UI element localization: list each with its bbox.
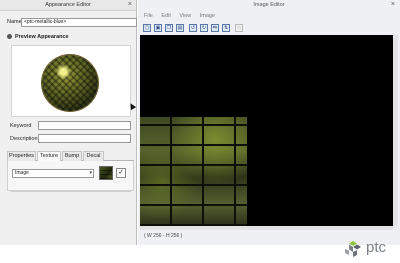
name-input[interactable]: <ptc-metallic-blue> <box>21 18 137 27</box>
image-editor-title: Image Editor <box>253 2 285 8</box>
copy-icon[interactable]: ❐ <box>165 24 173 32</box>
divider <box>11 191 131 192</box>
name-label: Name <box>7 19 22 25</box>
rotate-left-icon[interactable]: ↺ <box>189 24 197 32</box>
appearance-editor-window: Appearance Editor × Name <ptc-metallic-b… <box>0 0 137 245</box>
tab-decal[interactable]: Decal <box>83 151 104 161</box>
appearance-editor-title: Appearance Editor <box>0 0 136 11</box>
texture-type-value: Image <box>15 170 29 176</box>
apply-button[interactable]: ✓ <box>116 168 126 178</box>
tab-texture[interactable]: Texture <box>37 151 61 161</box>
menu-image[interactable]: Image <box>200 13 215 19</box>
texture-type-select[interactable]: Image ▾ <box>12 169 94 178</box>
image-editor-window: Image Editor × File Edit View Image ▢ ▣ … <box>138 0 400 245</box>
keyword-input[interactable] <box>38 121 131 130</box>
flip-horizontal-icon[interactable]: ⇆ <box>211 24 219 32</box>
keyword-label: Keyword <box>10 123 32 129</box>
open-image-icon[interactable]: ▢ <box>143 24 151 32</box>
vertical-scrollbar[interactable] <box>393 35 398 226</box>
preview-sphere <box>42 55 98 111</box>
appearance-preview[interactable] <box>11 45 137 117</box>
preview-heading-label: Preview Appearance <box>15 34 69 40</box>
description-label: Description <box>10 136 38 142</box>
menu-file[interactable]: File <box>144 13 153 19</box>
chevron-down-icon: ▾ <box>89 170 92 176</box>
ptc-logo: ptc <box>345 239 395 259</box>
name-row: Name <ptc-metallic-blue> <box>7 18 137 28</box>
flip-vertical-icon[interactable]: ⇅ <box>222 24 230 32</box>
screen: Appearance Editor × Name <ptc-metallic-b… <box>0 0 400 263</box>
tab-bump[interactable]: Bump <box>62 151 82 161</box>
crop-icon[interactable]: ▭ <box>235 24 243 32</box>
ptc-logo-text: ptc <box>366 239 387 256</box>
texture-panel: Image ▾ ✓ <box>7 161 134 191</box>
close-icon[interactable]: × <box>128 1 132 8</box>
brick-texture-image <box>140 117 247 226</box>
close-icon[interactable]: × <box>391 1 395 8</box>
image-size-status: ( W 256 - H 256 ) <box>144 233 183 239</box>
description-input[interactable] <box>38 134 131 143</box>
footer-strip <box>0 245 400 263</box>
preview-appearance-heading[interactable]: Preview Appearance <box>7 34 69 40</box>
appearance-tabs: Properties Texture Bump Decal <box>7 151 134 161</box>
mouse-cursor-icon <box>127 101 137 111</box>
menu-view[interactable]: View <box>179 13 191 19</box>
rotate-right-icon[interactable]: ↻ <box>200 24 208 32</box>
image-canvas[interactable] <box>140 35 393 226</box>
save-image-icon[interactable]: ▣ <box>154 24 162 32</box>
collapse-icon[interactable] <box>7 34 12 39</box>
texture-thumbnail[interactable] <box>99 166 113 180</box>
menubar: File Edit View Image <box>144 13 222 21</box>
paste-icon[interactable]: ▤ <box>176 24 184 32</box>
horizontal-scrollbar[interactable] <box>140 226 393 230</box>
ptc-logo-icon <box>345 241 361 257</box>
menu-edit[interactable]: Edit <box>161 13 170 19</box>
tab-properties[interactable]: Properties <box>7 151 36 161</box>
